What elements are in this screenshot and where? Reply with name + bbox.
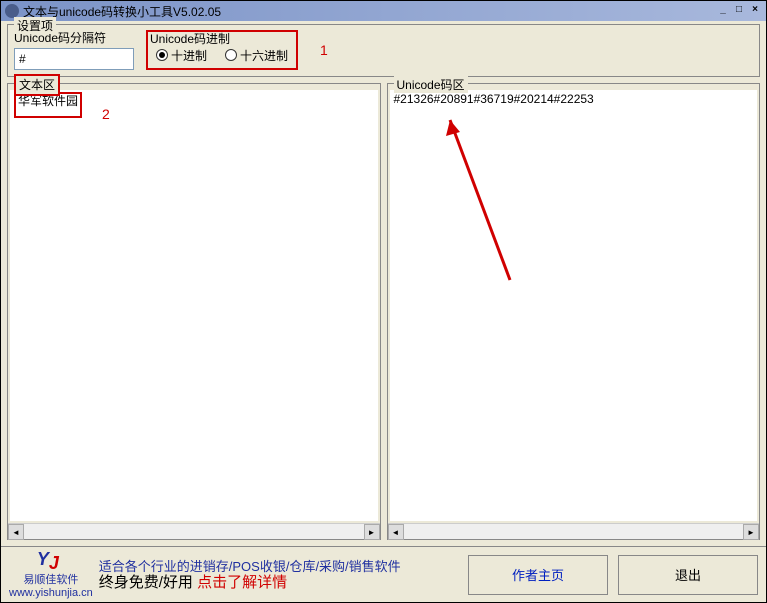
code-pane-label: Unicode码区: [394, 76, 468, 93]
logo-line2: 终身免费/好用 点击了解详情: [99, 575, 401, 591]
radio-circle-icon: [156, 49, 168, 61]
titlebar: 文本与unicode码转换小工具V5.02.05 _ □ ×: [1, 1, 766, 21]
logo-line2-red: 点击了解详情: [197, 574, 287, 591]
maximize-button[interactable]: □: [732, 5, 746, 17]
logo-icon: YJ: [37, 551, 65, 571]
radix-label: Unicode码进制: [150, 30, 230, 47]
app-window: 文本与unicode码转换小工具V5.02.05 _ □ × 设置项 Unico…: [0, 0, 767, 603]
text-scrollbar[interactable]: ◄ ►: [8, 523, 380, 539]
minimize-button[interactable]: _: [716, 5, 730, 17]
settings-row: Unicode码分隔符 Unicode码进制 十进制 十六进制 1: [14, 29, 753, 70]
radio-hex-label: 十六进制: [240, 47, 288, 64]
separator-input[interactable]: [14, 48, 134, 70]
scroll-track[interactable]: [404, 524, 744, 539]
author-homepage-button[interactable]: 作者主页: [468, 555, 608, 595]
app-icon: [5, 4, 19, 18]
arrow-icon: [430, 110, 530, 290]
code-scrollbar[interactable]: ◄ ►: [388, 523, 760, 539]
radix-radio-row: 十进制 十六进制: [156, 47, 288, 64]
logo-icon-wrap: YJ 易顺佳软件 www.yishunjia.cn: [9, 551, 93, 599]
text-pane-content[interactable]: 华军软件园 2: [10, 90, 378, 521]
settings-group-label: 设置项: [14, 17, 56, 34]
scroll-left-icon[interactable]: ◄: [388, 524, 404, 540]
radio-decimal[interactable]: 十进制: [156, 47, 207, 64]
logo-url: www.yishunjia.cn: [9, 587, 93, 599]
close-button[interactable]: ×: [748, 5, 762, 17]
annotation-2: 2: [102, 106, 110, 122]
scroll-right-icon[interactable]: ►: [743, 524, 759, 540]
radio-decimal-label: 十进制: [171, 47, 207, 64]
window-title: 文本与unicode码转换小工具V5.02.05: [23, 3, 716, 20]
radio-hex[interactable]: 十六进制: [225, 47, 288, 64]
radix-group: Unicode码进制 十进制 十六进制: [146, 30, 298, 70]
settings-group: 设置项 Unicode码分隔符 Unicode码进制 十进制 十六进制: [7, 24, 760, 77]
footer: YJ 易顺佳软件 www.yishunjia.cn 适合各个行业的进销存/POS…: [1, 546, 766, 602]
logo-block[interactable]: YJ 易顺佳软件 www.yishunjia.cn 适合各个行业的进销存/POS…: [9, 551, 458, 599]
logo-text: 适合各个行业的进销存/POS收银/仓库/采购/销售软件 终身免费/好用 点击了解…: [99, 559, 401, 591]
scroll-track[interactable]: [24, 524, 364, 539]
logo-line1: 适合各个行业的进销存/POS收银/仓库/采购/销售软件: [99, 559, 401, 575]
exit-button[interactable]: 退出: [618, 555, 758, 595]
code-pane-content[interactable]: #21326#20891#36719#20214#22253: [390, 90, 758, 521]
annotation-1: 1: [320, 42, 328, 58]
panes-row: 文本区 华军软件园 2 ◄ ► Unicode码区 #21326#20891#3…: [1, 77, 766, 546]
code-pane: Unicode码区 #21326#20891#36719#20214#22253…: [387, 83, 761, 540]
scroll-right-icon[interactable]: ►: [364, 524, 380, 540]
separator-block: Unicode码分隔符: [14, 29, 134, 70]
code-content: #21326#20891#36719#20214#22253: [394, 92, 594, 106]
logo-line2-black: 终身免费/好用: [99, 574, 197, 591]
scroll-left-icon[interactable]: ◄: [8, 524, 24, 540]
radio-circle-icon: [225, 49, 237, 61]
window-controls: _ □ ×: [716, 5, 762, 17]
text-pane: 文本区 华军软件园 2 ◄ ►: [7, 83, 381, 540]
text-pane-label: 文本区: [14, 74, 60, 96]
